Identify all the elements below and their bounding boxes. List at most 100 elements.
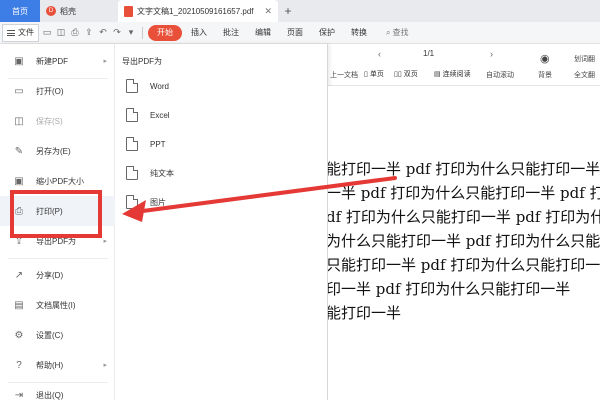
folder-icon[interactable]: ▭: [41, 27, 53, 39]
eye-icon[interactable]: ◉: [540, 52, 550, 65]
menu-label: 打开(O): [36, 86, 64, 96]
prev-page-icon[interactable]: ‹: [378, 49, 381, 59]
doc-text-line: 只能打印一半 pdf 打印为什么只能打印一: [328, 256, 600, 274]
next-page-icon[interactable]: ›: [490, 49, 493, 59]
chevron-down-icon[interactable]: ▾: [125, 27, 137, 39]
help-icon: ?: [16, 359, 22, 371]
export-image[interactable]: 图片: [126, 188, 316, 216]
export-plain-text[interactable]: 纯文本: [126, 159, 316, 187]
toolbar: ‹ 1/1 › 上一文档 ▯ 单页 ▯▯ 双页 ▤ 连续阅读 自动滚动 背景 划…: [328, 44, 600, 86]
tab-label: 稻壳: [60, 6, 76, 16]
export-label: 纯文本: [150, 168, 174, 178]
split-translate-button[interactable]: 划词翻: [574, 54, 595, 64]
continuous-read-button[interactable]: ▤ 连续阅读: [434, 69, 471, 79]
highlight-box: [10, 190, 102, 238]
menu-start[interactable]: 开始: [148, 24, 182, 41]
chevron-right-icon: ▸: [103, 362, 107, 369]
tab-daoke[interactable]: D 稻壳: [40, 0, 118, 22]
tab-home[interactable]: 首页: [0, 0, 40, 22]
file-menu-label: 文件: [18, 28, 34, 37]
export-icon[interactable]: ⇪: [83, 27, 95, 39]
menu-exit[interactable]: ⇥ 退出(Q): [0, 380, 115, 400]
properties-icon: ▤: [14, 299, 24, 311]
continuous-read-label: 连续阅读: [442, 71, 471, 78]
page-navigator: ‹ 1/1 ›: [378, 49, 498, 63]
menu-label: 保存(S): [36, 116, 63, 126]
doc-text-line: 印一半 pdf 打印为什么只能打印一半: [328, 280, 571, 298]
new-tab-button[interactable]: +: [278, 0, 298, 22]
menu-label: 新建PDF: [36, 56, 68, 66]
export-ppt[interactable]: PPT: [126, 130, 316, 158]
chevron-right-icon: ▸: [103, 238, 107, 245]
menu-label: 设置(C): [36, 330, 64, 340]
menu-label: 帮助(H): [36, 360, 64, 370]
ppt-file-icon: [126, 137, 138, 151]
single-page-label: 单页: [369, 71, 384, 78]
doc-text-line: 为什么只能打印一半 pdf 打印为什么只能: [328, 232, 600, 250]
menu-properties[interactable]: ▤ 文档属性(I): [0, 290, 115, 320]
export-word[interactable]: Word: [126, 72, 316, 100]
search-label: 查找: [392, 28, 409, 37]
settings-icon: ⚙: [14, 329, 24, 341]
share-icon: ↗: [14, 269, 24, 281]
chevron-right-icon: ▸: [103, 58, 107, 65]
search-box[interactable]: ⌕ 查找: [386, 27, 408, 38]
double-page-icon: ▯▯: [394, 71, 402, 78]
menu-save-as[interactable]: ✎ 另存为(E): [0, 136, 115, 166]
compress-icon: ▣: [14, 175, 24, 187]
folder-open-icon: ▭: [14, 85, 24, 97]
export-label: Word: [150, 81, 169, 91]
menu-label: 另存为(E): [36, 146, 71, 156]
close-icon[interactable]: ✕: [264, 6, 272, 17]
file-menu-button[interactable]: 文件: [2, 23, 39, 42]
redo-icon[interactable]: ↷: [111, 27, 123, 39]
tab-document[interactable]: 文字文稿1_20210509161657.pdf ✕: [118, 0, 278, 22]
title-bar: 首页 D 稻壳 文字文稿1_20210509161657.pdf ✕ +: [0, 0, 600, 22]
menu-comment[interactable]: 批注: [216, 25, 246, 41]
doc-text-line: 能打印一半: [328, 304, 402, 322]
excel-file-icon: [126, 108, 138, 122]
menu-settings[interactable]: ⚙ 设置(C): [0, 320, 115, 350]
doc-text-line: 能打印一半 pdf 打印为什么只能打印一半: [328, 160, 600, 178]
double-page-button[interactable]: ▯▯ 双页: [394, 69, 418, 79]
print-icon[interactable]: ⎙: [69, 27, 81, 39]
menu-open[interactable]: ▭ 打开(O): [0, 76, 115, 106]
menu-bar: 文件 ▭ ◫ ⎙ ⇪ ↶ ↷ ▾ 开始 插入 批注 编辑 页面 保护 转换 ⌕ …: [0, 22, 600, 44]
export-label: Excel: [150, 110, 170, 120]
text-file-icon: [126, 166, 138, 180]
save-icon[interactable]: ◫: [55, 27, 67, 39]
menu-help[interactable]: ? 帮助(H) ▸: [0, 350, 115, 380]
single-page-button[interactable]: ▯ 单页: [364, 69, 384, 79]
auto-scroll-button[interactable]: 自动滚动: [486, 70, 514, 80]
menu-share[interactable]: ↗ 分享(D): [0, 260, 115, 290]
doc-text-line: 一半 pdf 打印为什么只能打印一半 pdf 打印: [328, 184, 600, 202]
menu-protect[interactable]: 保护: [312, 25, 342, 41]
menu-convert[interactable]: 转换: [344, 25, 374, 41]
menu-insert[interactable]: 插入: [184, 25, 214, 41]
divider: [8, 258, 108, 259]
double-page-label: 双页: [403, 71, 418, 78]
export-submenu: 导出PDF为 Word Excel PPT 纯文本 图片: [116, 44, 328, 400]
background-button[interactable]: 背景: [538, 70, 552, 80]
menu-label: 缩小PDF大小: [36, 176, 84, 186]
prev-doc-button[interactable]: 上一文档: [330, 70, 358, 80]
undo-icon[interactable]: ↶: [97, 27, 109, 39]
export-label: 图片: [150, 197, 166, 207]
save-as-icon: ✎: [14, 145, 24, 157]
tab-label: 文字文稿1_20210509161657.pdf: [137, 6, 254, 16]
continuous-icon: ▤: [434, 71, 441, 78]
full-translate-button[interactable]: 全文翻: [574, 70, 595, 80]
menu-save[interactable]: ◫ 保存(S): [0, 106, 115, 136]
menu-label: 文档属性(I): [36, 300, 76, 310]
menu-page[interactable]: 页面: [280, 25, 310, 41]
doc-text-line: df 打印为什么只能打印一半 pdf 打印为什: [328, 208, 600, 226]
menu-new-pdf[interactable]: ▣ 新建PDF ▸: [0, 46, 115, 76]
daoke-icon: D: [46, 6, 56, 16]
exit-icon: ⇥: [14, 389, 24, 400]
document-page: 能打印一半 pdf 打印为什么只能打印一半 一半 pdf 打印为什么只能打印一半…: [328, 86, 600, 400]
export-excel[interactable]: Excel: [126, 101, 316, 129]
single-page-icon: ▯: [364, 71, 368, 78]
menu-edit[interactable]: 编辑: [248, 25, 278, 41]
page-indicator[interactable]: 1/1: [423, 49, 434, 58]
export-label: PPT: [150, 139, 166, 149]
